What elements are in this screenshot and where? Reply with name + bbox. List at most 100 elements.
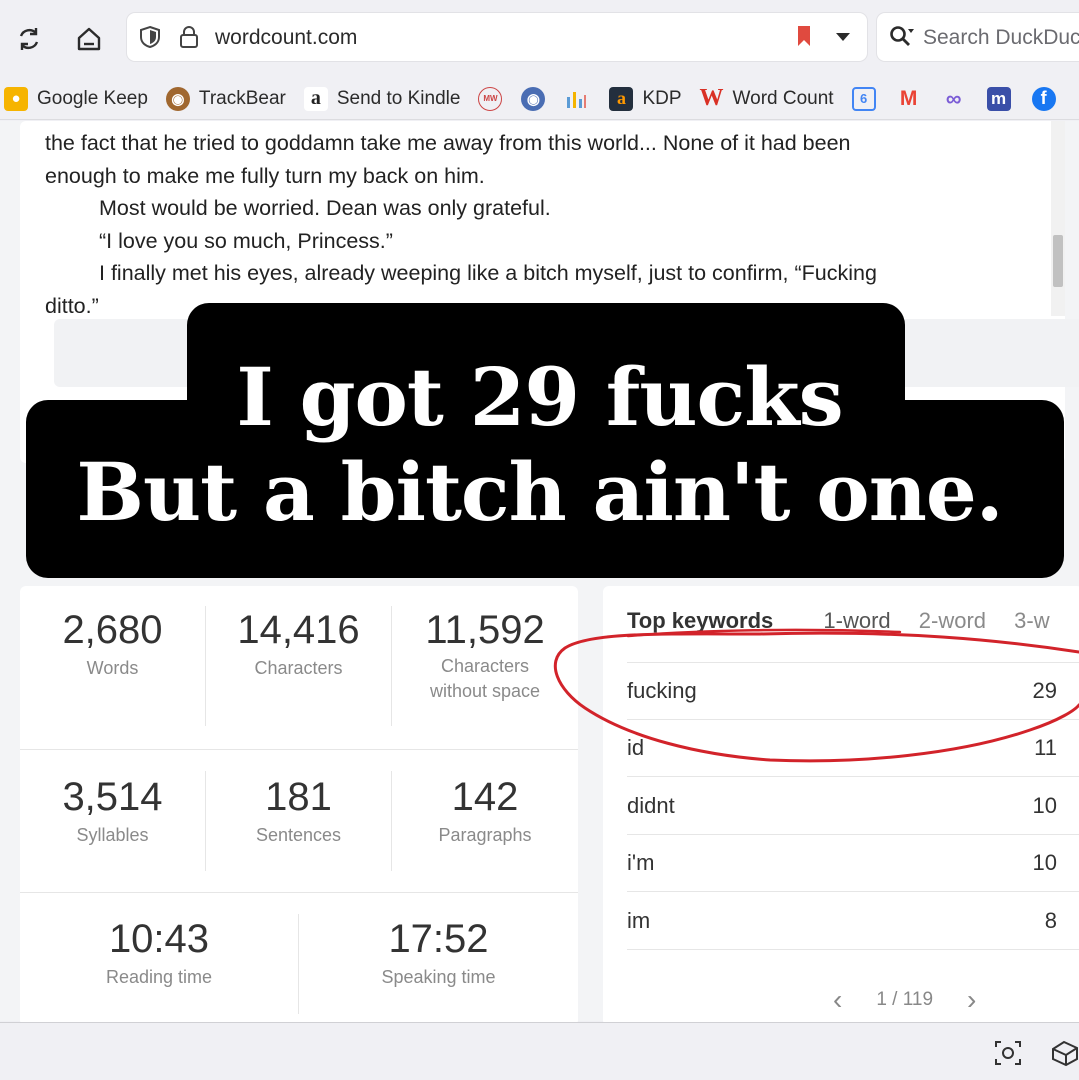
keyword-row: didnt 10 <box>627 778 1079 835</box>
bookmark-label: TrackBear <box>198 87 286 109</box>
bookmark-facebook[interactable]: f <box>1031 86 1065 111</box>
tab-1-word[interactable]: 1-word <box>823 608 890 633</box>
google-keep-icon: ● <box>4 86 28 111</box>
shield-icon[interactable] <box>139 25 161 49</box>
bookmark-label: Send to Kindle <box>336 87 461 109</box>
home-button[interactable] <box>72 22 106 56</box>
chevron-down-icon[interactable] <box>835 31 851 43</box>
editor-line: “I love you so much, Princess.” <box>99 228 393 253</box>
divider <box>20 749 578 750</box>
keyword-count: 11 <box>1034 735 1057 760</box>
keyword-row: im 8 <box>627 893 1079 950</box>
editor-scrollbar[interactable] <box>1051 121 1065 316</box>
keyword-row: i'm 10 <box>627 835 1079 892</box>
editor-line: enough to make me fully turn my back on … <box>45 163 485 188</box>
stats-card: 2,680 Words 14,416 Characters 11,592 Cha… <box>20 586 578 1026</box>
browser-toolbar: wordcount.com Search DuckDuck <box>0 0 1079 78</box>
divider <box>20 892 578 893</box>
infinity-icon: ∞ <box>945 85 962 111</box>
owl-icon: ◉ <box>521 86 546 111</box>
stat-value: 142 <box>451 775 519 819</box>
keywords-title: Top keywords <box>627 608 774 633</box>
keyword-count: 10 <box>1032 850 1057 875</box>
bookmark-google-keep[interactable]: ● Google Keep <box>0 86 148 111</box>
stat-label: Words <box>86 658 139 678</box>
stat-label: Characters <box>440 656 530 676</box>
stat-label: Speaking time <box>381 967 496 987</box>
page-indicator: 1 / 119 <box>876 989 934 1010</box>
text-editor[interactable]: the fact that he tried to goddamn take m… <box>45 127 1045 322</box>
merriam-webster-icon: MW <box>478 86 503 111</box>
bookmark-label: Google Keep <box>37 87 148 109</box>
stat-value: 181 <box>265 775 332 819</box>
stat-sentences: 181 Sentences <box>206 775 391 848</box>
bookmark-gmail[interactable]: M <box>897 87 930 111</box>
w-icon: W <box>699 85 724 111</box>
stat-speaking-time: 17:52 Speaking time <box>299 917 578 990</box>
stat-reading-time: 10:43 Reading time <box>20 917 298 990</box>
bookmark-infinity[interactable]: ∞ <box>942 85 975 111</box>
stat-value: 14,416 <box>237 608 360 652</box>
stat-characters: 14,416 Characters <box>206 608 391 681</box>
reload-button[interactable] <box>12 22 46 56</box>
keywords-header: Top keywords 1-word 2-word 3-w <box>627 608 1072 634</box>
stat-label: Syllables <box>76 825 149 845</box>
keyword-word: id <box>627 735 645 760</box>
bookmark-calendar[interactable]: 6 <box>851 86 885 111</box>
bookmark-mw[interactable]: MW <box>478 86 511 111</box>
bookmark-trackbear[interactable]: ◉ TrackBear <box>165 86 286 111</box>
url-bar[interactable]: wordcount.com <box>127 13 867 61</box>
stat-label: Paragraphs <box>438 825 532 845</box>
keyword-word: fucking <box>627 678 697 703</box>
bar-chart-icon <box>564 87 588 111</box>
keyword-word: im <box>627 908 651 933</box>
url-text[interactable]: wordcount.com <box>215 26 357 50</box>
keyword-count: 10 <box>1032 793 1057 818</box>
bookmark-kdp[interactable]: a KDP <box>609 86 682 111</box>
bookmark-label: KDP <box>642 87 682 109</box>
bear-icon: ◉ <box>165 86 190 111</box>
stat-paragraphs: 142 Paragraphs <box>392 775 578 848</box>
bookmark-word-count[interactable]: W Word Count <box>699 85 834 111</box>
editor-line: the fact that he tried to goddamn take m… <box>45 131 851 155</box>
keyword-word: didnt <box>627 793 675 818</box>
scrollbar-thumb[interactable] <box>1053 235 1063 287</box>
prev-page-icon[interactable]: ‹ <box>833 984 842 1016</box>
bookmark-send-to-kindle[interactable]: a Send to Kindle <box>303 86 461 111</box>
next-page-icon[interactable]: › <box>967 984 976 1016</box>
keyword-word: i'm <box>627 850 655 875</box>
gmail-icon: M <box>899 86 918 110</box>
bookmark-m-app[interactable]: m <box>986 86 1020 111</box>
caption-line-2: But a bitch ain't one. <box>76 445 1003 539</box>
reload-icon <box>19 28 39 50</box>
search-icon <box>890 26 914 46</box>
tab-2-word[interactable]: 2-word <box>919 608 986 633</box>
search-bar[interactable]: Search DuckDuck <box>877 13 1079 61</box>
search-input[interactable]: Search DuckDuck <box>923 26 1079 50</box>
stat-label: Sentences <box>255 825 342 845</box>
calendar-icon: 6 <box>851 86 876 111</box>
facebook-icon: f <box>1031 86 1056 111</box>
stat-value: 11,592 <box>425 608 545 652</box>
keyword-count: 8 <box>1044 908 1057 933</box>
lock-icon[interactable] <box>179 25 199 49</box>
screenshot: wordcount.com Search DuckDuck ● Google K… <box>0 0 1079 1080</box>
stat-value: 17:52 <box>388 917 489 961</box>
amazon-kdp-icon: a <box>609 86 634 111</box>
editor-line: I finally met his eyes, already weeping … <box>99 261 877 285</box>
editor-line: Most would be worried. Dean was only gra… <box>99 196 551 220</box>
extension-icon[interactable] <box>1049 1037 1079 1067</box>
bookmark-owl[interactable]: ◉ <box>521 86 554 111</box>
bookmark-icon[interactable] <box>795 24 813 48</box>
tab-3-word[interactable]: 3-w <box>1014 608 1049 633</box>
bookmark-chart[interactable] <box>564 87 597 111</box>
home-icon <box>77 27 101 51</box>
screenshot-icon[interactable] <box>993 1039 1023 1067</box>
stat-words: 2,680 Words <box>20 608 205 681</box>
stat-value: 2,680 <box>62 608 163 652</box>
bookmarks-bar: ● Google Keep ◉ TrackBear a Send to Kind… <box>0 78 1079 120</box>
caption-line-1: I got 29 fucks <box>236 350 843 444</box>
bottom-toolbar <box>0 1022 1079 1080</box>
keyword-row: id 11 <box>627 720 1079 777</box>
stat-label: without space <box>429 681 541 701</box>
